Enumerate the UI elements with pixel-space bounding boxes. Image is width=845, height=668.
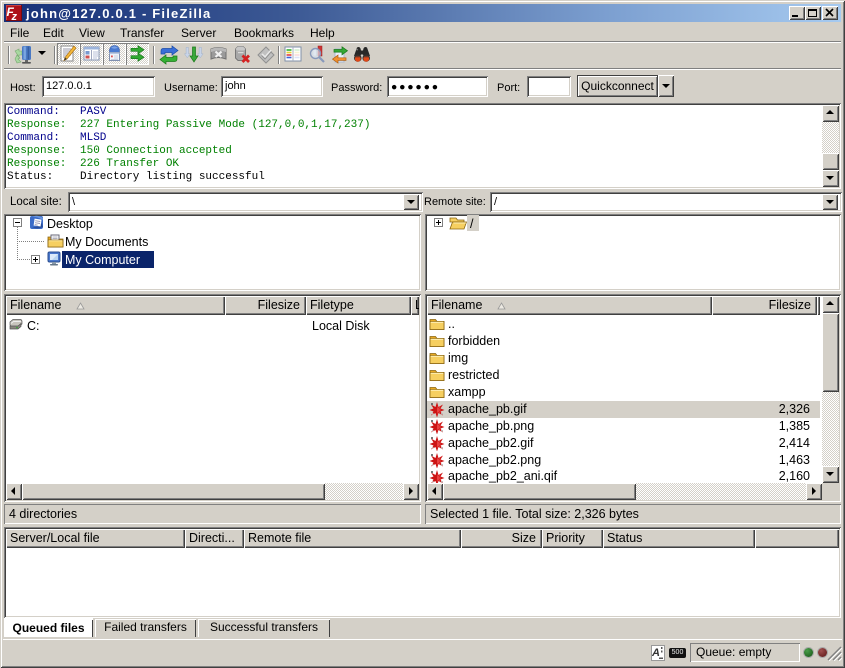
svg-text:z: z: [11, 11, 18, 21]
svg-text:A: A: [652, 647, 660, 659]
